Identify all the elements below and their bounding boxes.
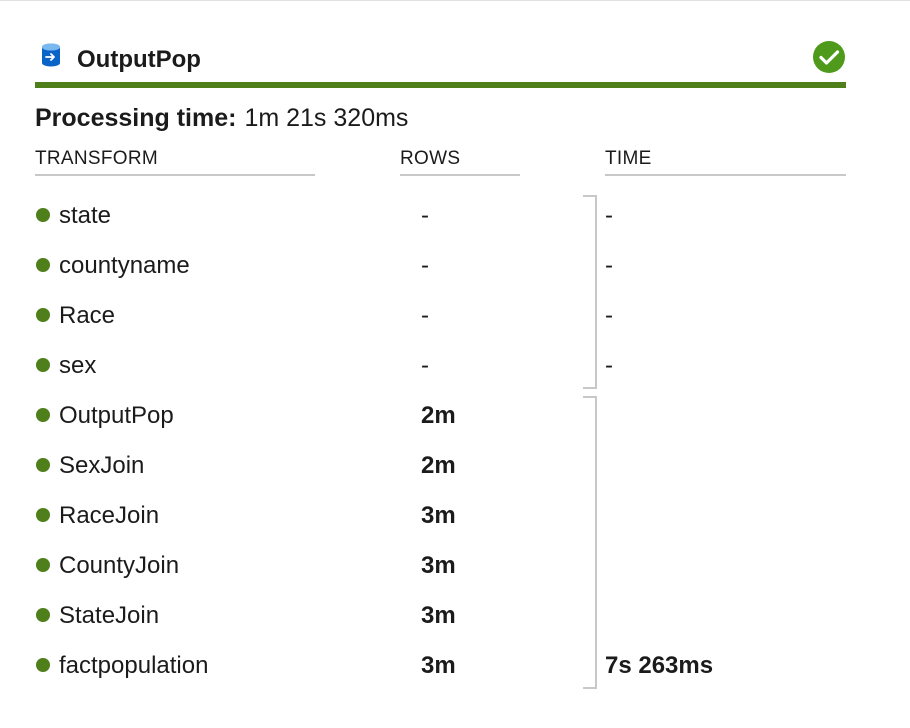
sink-details-panel: OutputPop Processing time: 1m 21s 320ms T… [35,38,846,689]
transform-name: factpopulation [59,652,209,679]
transform-name: OutputPop [59,402,174,429]
transform-row[interactable]: countyname - - [35,242,846,292]
transform-row[interactable]: SexJoin 2m [35,442,846,492]
top-divider [0,0,910,1]
transform-list: state - - countyname - - Race - - sex - … [35,192,846,692]
transform-rows: 3m [421,602,456,629]
status-dot-icon [36,458,50,472]
transform-row[interactable]: RaceJoin 3m [35,492,846,542]
transform-rows: - [421,252,429,279]
transform-rows: 2m [421,402,456,429]
transform-rows: - [421,352,429,379]
status-dot-icon [36,408,50,422]
status-dot-icon [36,258,50,272]
transform-rows: 3m [421,652,456,679]
transform-name: CountyJoin [59,552,180,579]
transform-name: StateJoin [59,602,160,629]
status-dot-icon [36,658,50,672]
transform-row[interactable]: state - - [35,192,846,242]
processing-time-value: 1m 21s 320ms [244,104,409,132]
transform-name: RaceJoin [59,502,160,529]
transform-rows: - [421,202,429,229]
transform-row[interactable]: factpopulation 3m 7s 263ms [35,642,846,692]
transform-row[interactable]: Race - - [35,292,846,342]
status-dot-icon [36,308,50,322]
transform-rows: 3m [421,552,456,579]
transform-row[interactable]: OutputPop 2m [35,392,846,442]
column-header-time: TIME [605,148,846,176]
status-dot-icon [36,508,50,522]
transform-name: countyname [59,252,190,279]
status-dot-icon [36,558,50,572]
database-sink-icon [42,43,60,67]
transform-row[interactable]: CountyJoin 3m [35,542,846,592]
transform-time: - [605,252,613,279]
transform-time: 7s 263ms [605,652,714,679]
processing-time-label: Processing time: [35,104,237,132]
transform-name: sex [59,352,97,379]
processing-time: Processing time: 1m 21s 320ms [35,104,408,133]
transform-time: - [605,202,613,229]
column-header-rows: ROWS [400,148,520,176]
transform-name: state [59,202,112,229]
transform-rows: 2m [421,452,456,479]
transform-name: SexJoin [59,452,145,479]
transform-rows: - [421,302,429,329]
success-check-icon [813,41,845,73]
transform-rows: 3m [421,502,456,529]
transform-row[interactable]: sex - - [35,342,846,392]
transform-time: - [605,302,613,329]
status-bar [35,82,846,88]
status-dot-icon [36,358,50,372]
status-dot-icon [36,208,50,222]
status-dot-icon [36,608,50,622]
column-header-transform: TRANSFORM [35,148,315,176]
sink-title: OutputPop [77,46,201,73]
transform-row[interactable]: StateJoin 3m [35,592,846,642]
panel-header: OutputPop [35,38,846,82]
transform-name: Race [59,302,116,329]
transform-time: - [605,352,613,379]
